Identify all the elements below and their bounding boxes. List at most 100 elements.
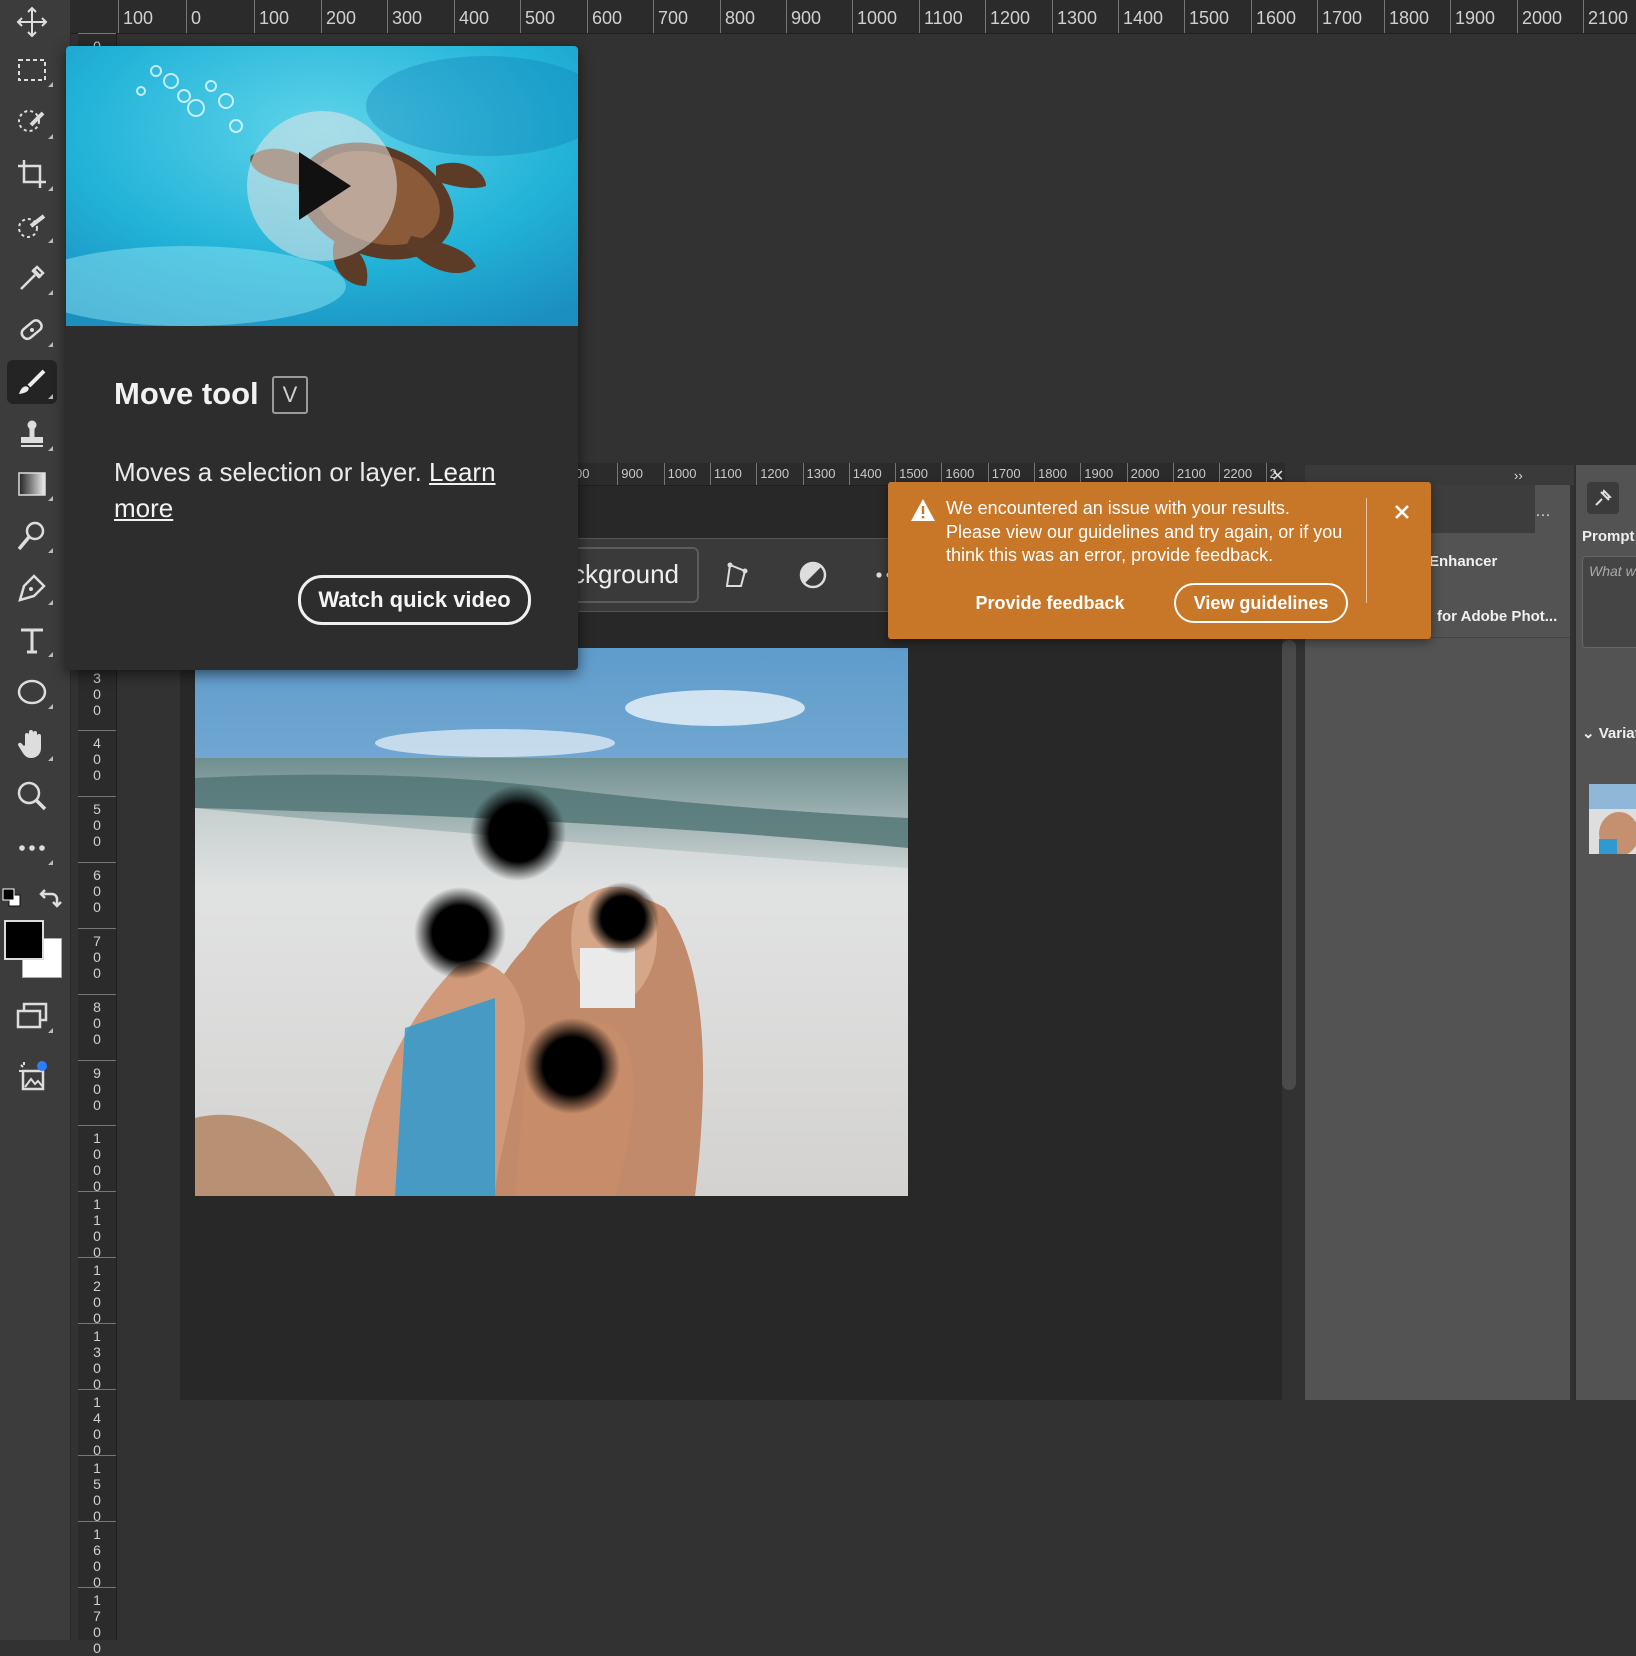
ruler-tick: 600 [587, 0, 622, 33]
play-video-button[interactable] [247, 111, 397, 261]
eyedropper-tool[interactable] [7, 256, 57, 300]
ruler-tick: 1200 [78, 1257, 116, 1326]
ruler-tick-label: 1500 [899, 466, 929, 481]
default-colors-button[interactable] [2, 888, 22, 908]
ruler-tick-label: 400 [93, 735, 101, 783]
more-icon [19, 845, 45, 851]
hand-tool[interactable] [7, 722, 57, 766]
vertical-scrollbar[interactable] [1282, 640, 1296, 1090]
ruler-tick: 1700 [78, 1587, 116, 1656]
ruler-tick: 0 [78, 33, 116, 54]
dodge-tool[interactable] [7, 514, 57, 558]
ruler-tick: 700 [653, 0, 688, 33]
half-circle-icon [799, 561, 827, 589]
ruler-tick-label: 1300 [1057, 8, 1098, 28]
ruler-tick-label: 2000 [1130, 466, 1160, 481]
remove-background-button[interactable]: Remove background [561, 547, 699, 603]
tooltip-description-text: Moves a selection or layer. [114, 457, 430, 487]
ruler-tick-label: 1900 [1455, 8, 1496, 28]
view-guidelines-button[interactable]: View guidelines [1174, 583, 1348, 623]
tooltip-description: Moves a selection or layer. Learn more [114, 454, 534, 526]
ruler-tick: 1900 [1450, 0, 1495, 33]
ruler-tick-label: 400 [459, 8, 490, 28]
zoom-tool[interactable] [7, 774, 57, 818]
variations-section-toggle[interactable]: ⌄ Variat [1582, 724, 1636, 742]
ruler-tick-label: 1900 [1084, 466, 1114, 481]
panel-menu-icon[interactable]: … [1535, 503, 1551, 521]
ruler-tick: 700 [78, 928, 116, 981]
ruler-tick-label: 100 [259, 8, 290, 28]
select-subject-button[interactable] [718, 557, 754, 593]
ruler-tick-label: 1800 [1038, 466, 1067, 481]
panel-item-plugin[interactable]: for Adobe Phot... [1437, 608, 1557, 625]
gradient-tool[interactable] [7, 462, 57, 506]
type-tool[interactable] [7, 618, 57, 662]
panel-item-enhancer[interactable]: Enhancer [1429, 553, 1497, 570]
ruler-tick-label: 500 [525, 8, 556, 28]
ruler-tick: 1100 [78, 1191, 116, 1260]
ruler-tick-label: 700 [93, 933, 101, 981]
marquee-tool[interactable] [7, 48, 57, 92]
provide-feedback-button[interactable]: Provide feedback [974, 585, 1126, 621]
quick-selection-tool[interactable] [7, 100, 57, 144]
ruler-tick-label: 1100 [924, 8, 963, 28]
dodge-icon [17, 521, 45, 551]
ruler-tick: 1400 [78, 1389, 116, 1458]
crop-tool[interactable] [7, 152, 57, 196]
prompt-input[interactable]: What w [1582, 556, 1636, 648]
ruler-tick-label: 900 [791, 8, 822, 28]
ruler-tick-label: 900 [93, 1065, 101, 1113]
ruler-tick-label: 1600 [945, 466, 975, 481]
ruler-tick: 400 [78, 730, 116, 783]
rectangle-marquee-icon [18, 59, 46, 81]
ruler-tick: 100 [254, 0, 289, 33]
ruler-tick-label: 1200 [990, 8, 1031, 28]
eyedropper-icon [20, 265, 45, 290]
pin-button[interactable] [1587, 482, 1619, 514]
screen-mode-button[interactable] [7, 994, 57, 1038]
collapse-panel-icon[interactable]: ›› [1514, 468, 1523, 483]
pen-tool[interactable] [7, 566, 57, 610]
clone-stamp-tool[interactable] [7, 412, 57, 456]
adjustment-button[interactable] [795, 557, 831, 593]
ruler-tick-label: 200 [326, 8, 357, 28]
ruler-tick-label: 2100 [1176, 466, 1206, 481]
toast-close-button[interactable] [1388, 498, 1416, 526]
ruler-tick: 1000 [852, 0, 897, 33]
ruler-tick: 1600 [78, 1521, 116, 1590]
ruler-tick-label: 1100 [93, 1196, 101, 1260]
ruler-tick: 1700 [1317, 0, 1362, 33]
healing-brush-tool[interactable] [7, 308, 57, 352]
generative-fill-button[interactable] [7, 1054, 57, 1098]
ruler-tick-label: 1500 [93, 1460, 101, 1524]
ruler-tick: 300 [387, 0, 422, 33]
swap-arrow-icon [39, 889, 62, 908]
ruler-tick-label: 100 [123, 8, 154, 28]
object-selection-icon [18, 214, 46, 238]
move-tool[interactable] [7, 0, 57, 44]
ruler-tick: 900 [786, 0, 821, 33]
watch-quick-video-button[interactable]: Watch quick video [298, 575, 531, 625]
more-tools[interactable] [7, 826, 57, 870]
ellipse-tool[interactable] [7, 670, 57, 714]
tooltip-video-preview[interactable] [66, 46, 578, 326]
ruler-tick-label: 1700 [93, 1592, 101, 1656]
ruler-tick: 1300 [1052, 0, 1097, 33]
ruler-tick-label: 1700 [1322, 8, 1363, 28]
ruler-tick: 200 [321, 0, 356, 33]
horizontal-ruler[interactable]: 100 0 100 200 300 400 500 600 700 800 900 1000 1100 1… [71, 0, 1636, 34]
ruler-tick: 1100 [919, 0, 963, 33]
foreground-color-swatch[interactable] [4, 920, 44, 960]
ruler-tick: 1300 [802, 463, 835, 485]
ruler-tick: 100 [118, 0, 153, 33]
ruler-tick-label: 1000 [93, 1130, 101, 1194]
variations-label: Variat [1598, 725, 1636, 742]
canvas-photo[interactable] [195, 648, 908, 1196]
ellipse-icon [17, 679, 47, 705]
ruler-tick-label: 1300 [93, 1328, 101, 1392]
object-selection-tool[interactable] [7, 204, 57, 248]
swap-colors-button[interactable] [38, 886, 62, 910]
variation-thumbnail[interactable] [1589, 784, 1636, 854]
brush-tool[interactable] [7, 360, 57, 404]
ruler-tick-label: 1200 [760, 466, 790, 481]
